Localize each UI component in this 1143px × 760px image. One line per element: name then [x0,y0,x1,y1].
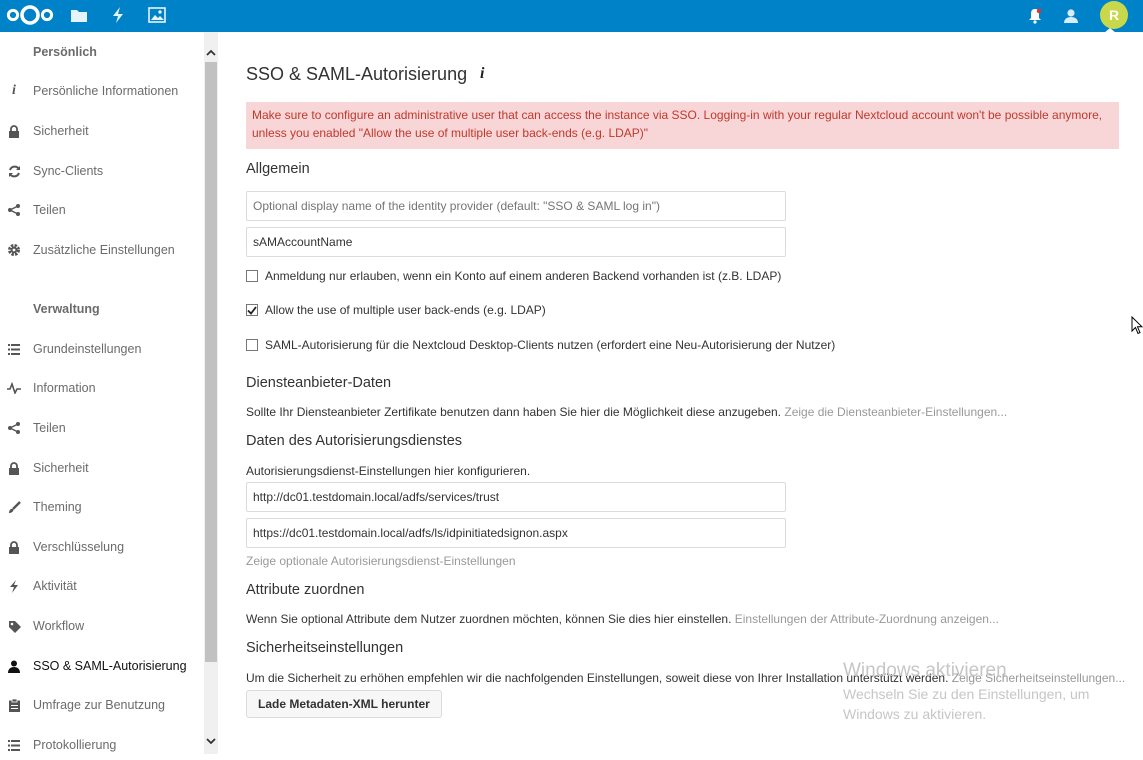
sidebar-item-label: Aktivität [33,579,77,593]
top-header: R [0,0,1143,33]
sidebar-item-usage-survey[interactable]: Umfrage zur Benutzung [0,690,204,720]
scroll-down-arrow-icon[interactable] [204,733,218,749]
uid-mapping-input[interactable] [246,227,786,257]
checkbox-label: Anmeldung nur erlauben, wenn ein Konto a… [265,269,782,283]
sidebar-item-label: Zusätzliche Einstellungen [33,243,175,257]
sp-text: Sollte Ihr Diensteanbieter Zertifikate b… [246,405,782,419]
sidebar-item-sso-saml[interactable]: SSO & SAML-Autorisierung [0,651,204,681]
sp-settings-link[interactable]: Zeige die Diensteanbieter-Einstellungen.… [784,405,1007,419]
settings-sidebar: Persönlich i Persönliche Informationen S… [0,32,218,754]
checkbox-label: Allow the use of multiple user back-ends… [265,303,546,317]
sidebar-item-security-personal[interactable]: Sicherheit [0,116,204,146]
sidebar-item-label: SSO & SAML-Autorisierung [33,659,187,673]
checkbox[interactable] [246,339,258,351]
windows-activation-watermark: Windows aktivieren Wechseln Sie zu den E… [843,660,1089,724]
sidebar-item-label: Information [33,381,96,395]
sidebar-item-theming[interactable]: Theming [0,492,204,522]
info-icon[interactable]: i [480,65,484,83]
lock-icon [6,123,22,139]
pulse-icon [6,380,22,396]
checkbox-checked[interactable] [246,304,258,316]
sidebar-item-sharing-admin[interactable]: Teilen [0,413,204,443]
sidebar-item-workflow[interactable]: Workflow [0,611,204,641]
sidebar-item-label: Umfrage zur Benutzung [33,698,166,712]
mouse-cursor-icon [1131,316,1143,335]
attribute-mapping-description: Wenn Sie optional Attribute dem Nutzer z… [246,612,999,626]
checkbox-desktop-clients[interactable]: SAML-Autorisierung für die Nextcloud Des… [246,338,835,352]
sync-icon [6,163,22,179]
checkbox-require-provisioned-account[interactable]: Anmeldung nur erlauben, wenn ein Konto a… [246,269,781,283]
sidebar-item-label: Sicherheit [33,124,89,138]
admin-section-title: Verwaltung [33,302,100,316]
watermark-line3: Windows zu aktivieren. [843,706,987,722]
sidebar-item-label: Theming [33,500,82,514]
watermark-line2: Wechseln Sie zu den Einstellungen, um [843,686,1090,702]
share-icon [6,420,22,436]
idp-description: Autorisierungsdienst-Einstellungen hier … [246,464,531,478]
sidebar-item-label: Verschlüsselung [33,540,125,554]
sidebar-item-label: Protokollierung [33,738,117,752]
sidebar-item-additional-settings[interactable]: Zusätzliche Einstellungen [0,235,204,265]
sidebar-item-sync-clients[interactable]: Sync-Clients [0,156,204,186]
attribute-mapping-title: Attribute zuordnen [246,582,365,598]
lock-icon [6,539,22,555]
avatar-initial: R [1108,7,1120,23]
page-title: SSO & SAML-Autorisierung [246,64,468,84]
notifications-icon[interactable] [1024,5,1046,27]
nextcloud-logo[interactable] [6,3,54,27]
lock-icon [6,460,22,476]
sidebar-scrollbar-thumb[interactable] [205,62,217,662]
sp-description: Sollte Ihr Diensteanbieter Zertifikate b… [246,405,1007,419]
sidebar-item-personal-info[interactable]: i Persönliche Informationen [0,76,204,106]
sidebar-item-label: Sicherheit [33,461,89,475]
sidebar-item-activity[interactable]: Aktivität [0,571,204,601]
list-icon [6,737,22,753]
sidebar-item-security-admin[interactable]: Sicherheit [0,453,204,483]
security-settings-title: Sicherheitseinstellungen [246,640,404,656]
gallery-icon[interactable] [146,4,168,26]
idp-section-title: Daten des Autorisierungsdienstes [246,433,463,449]
user-icon [6,658,22,674]
general-section-title: Allgemein [246,161,310,177]
sidebar-item-encryption[interactable]: Verschlüsselung [0,532,204,562]
sidebar-item-label: Persönliche Informationen [33,84,179,98]
share-icon [6,202,22,218]
idp-display-name-input[interactable] [246,191,786,221]
sidebar-item-label: Grundeinstellungen [33,342,142,356]
activity-icon[interactable] [107,4,129,26]
checkbox-multiple-backends[interactable]: Allow the use of multiple user back-ends… [246,303,546,317]
files-icon[interactable] [68,4,90,26]
attribute-mapping-link[interactable]: Einstellungen der Attribute-Zuordnung an… [735,612,999,626]
idp-optional-settings-link[interactable]: Zeige optionale Autorisierungsdienst-Ein… [246,554,516,568]
scroll-up-arrow-icon[interactable] [204,44,218,60]
contacts-icon[interactable] [1060,5,1082,27]
idp-sso-url-input[interactable] [246,518,786,548]
checkbox-label: SAML-Autorisierung für die Nextcloud Des… [265,338,836,352]
sidebar-item-basic-settings[interactable]: Grundeinstellungen [0,334,204,364]
sidebar-item-label: Workflow [33,619,85,633]
brush-icon [6,499,22,515]
sp-section-title: Diensteanbieter-Daten [246,375,392,391]
watermark-title: Windows aktivieren [843,660,1007,681]
sidebar-item-label: Teilen [33,203,66,217]
attr-text: Wenn Sie optional Attribute dem Nutzer z… [246,612,732,626]
clipboard-icon [6,697,22,713]
sidebar-item-information[interactable]: Information [0,373,204,403]
warning-message: Make sure to configure an administrative… [246,102,1119,149]
user-avatar[interactable]: R [1100,1,1128,29]
gear-icon [6,242,22,258]
tag-icon [6,618,22,634]
info-icon: i [12,83,16,98]
sidebar-item-label: Sync-Clients [33,164,104,178]
sidebar-item-sharing-personal[interactable]: Teilen [0,195,204,225]
personal-section-title: Persönlich [33,45,97,59]
list-icon [6,341,22,357]
checkbox[interactable] [246,270,258,282]
main-content: SSO & SAML-Autorisierung i Make sure to … [218,32,1143,754]
activity-icon [6,578,22,594]
download-metadata-button[interactable]: Lade Metadaten-XML herunter [246,690,442,718]
sidebar-item-label: Teilen [33,421,66,435]
sidebar-item-logging[interactable]: Protokollierung [0,730,204,760]
idp-entity-id-input[interactable] [246,482,786,512]
